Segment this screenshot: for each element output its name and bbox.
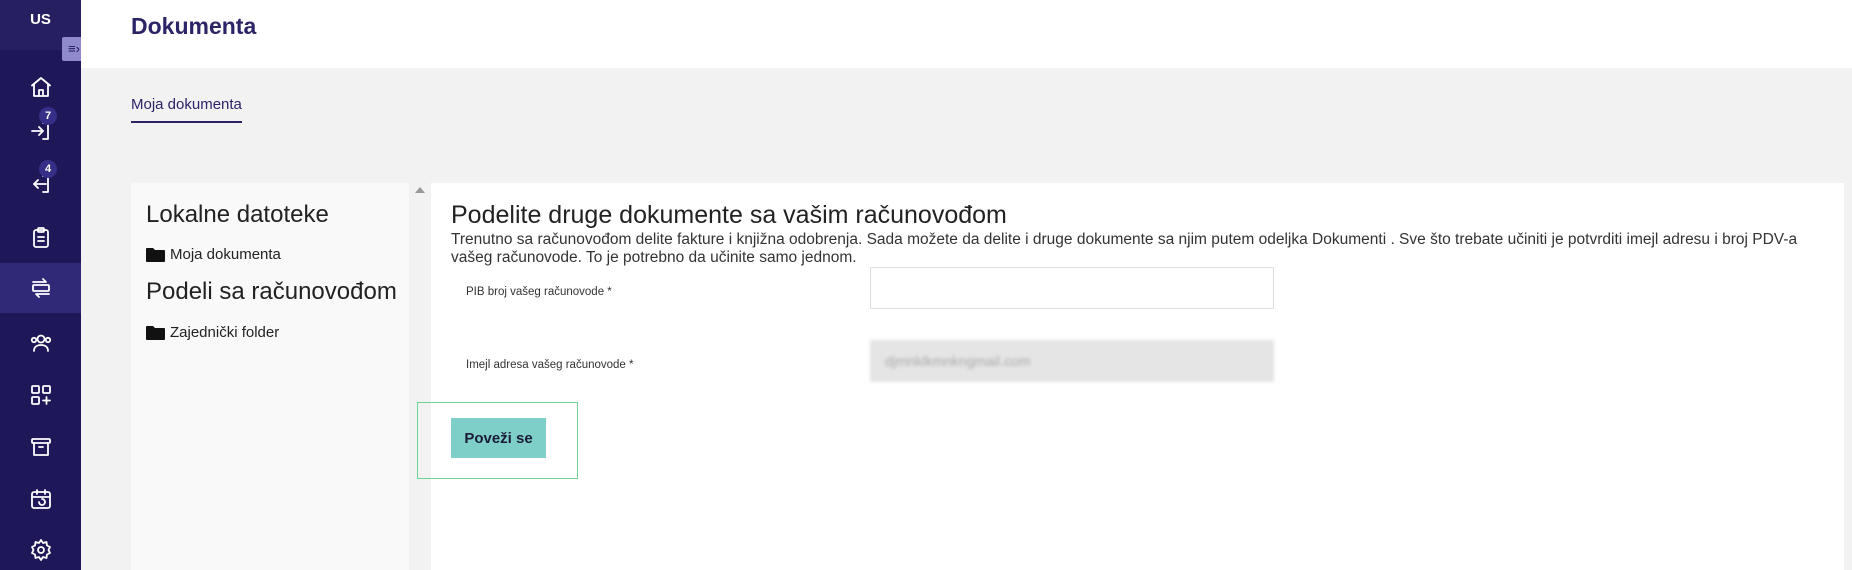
home-icon (30, 77, 51, 97)
gear-icon (30, 539, 51, 561)
share-form-description: Trenutno sa računovođom delite fakture i… (451, 231, 1798, 266)
sidebar-item-clipboard[interactable] (0, 213, 81, 263)
tab-moja-dokumenta[interactable]: Moja dokumenta (131, 96, 242, 123)
share-form-panel: Podelite druge dokumente sa vašim računo… (417, 183, 1844, 570)
sidebar: US 7 4 (0, 0, 81, 570)
sidebar-item-calendar[interactable] (0, 474, 81, 524)
scrollbar[interactable] (411, 183, 429, 570)
folder-icon (146, 248, 165, 262)
local-files-heading: Lokalne datoteke (146, 201, 329, 228)
apps-add-icon (30, 385, 51, 405)
scroll-up-arrow-icon[interactable] (415, 187, 425, 193)
share-form-heading: Podelite druge dokumente sa vašim računo… (451, 201, 1007, 229)
connect-button[interactable]: Poveži se (451, 418, 546, 458)
folder-zajednicki[interactable]: Zajednički folder (146, 324, 279, 341)
calendar-sync-icon (30, 489, 51, 509)
sidebar-item-incoming[interactable]: 7 (0, 106, 81, 156)
notification-badge: 7 (39, 107, 57, 125)
sidebar-item-apps[interactable] (0, 370, 81, 420)
folder-icon (146, 326, 165, 340)
sidebar-item-settings[interactable] (0, 525, 81, 570)
pib-input[interactable] (870, 267, 1274, 309)
email-label: Imejl adresa vašeg računovode * (466, 359, 634, 371)
folder-panel: Lokalne datoteke Moja dokumenta Podeli s… (131, 183, 409, 570)
archive-icon (30, 438, 51, 456)
clipboard-icon (32, 227, 49, 248)
users-icon (30, 334, 51, 352)
collapse-sidebar-icon: ≡› (68, 41, 80, 56)
page-title: Dokumenta (131, 13, 257, 39)
notification-badge: 4 (39, 160, 57, 178)
folder-moja-dokumenta[interactable]: Moja dokumenta (146, 246, 281, 263)
sidebar-item-archive[interactable] (0, 422, 81, 472)
email-input[interactable] (870, 340, 1274, 382)
page-header: Dokumenta (81, 0, 1852, 68)
sidebar-item-home[interactable] (0, 62, 81, 112)
folder-label: Zajednički folder (170, 324, 280, 341)
share-heading: Podeli sa računovođom (146, 278, 397, 305)
folder-label: Moja dokumenta (170, 246, 281, 263)
sidebar-item-documents[interactable] (0, 263, 81, 313)
sidebar-item-outgoing[interactable]: 4 (0, 159, 81, 209)
transfer-icon (31, 278, 50, 298)
sidebar-item-contacts[interactable] (0, 318, 81, 368)
pib-label: PIB broj vašeg računovode * (466, 286, 612, 298)
